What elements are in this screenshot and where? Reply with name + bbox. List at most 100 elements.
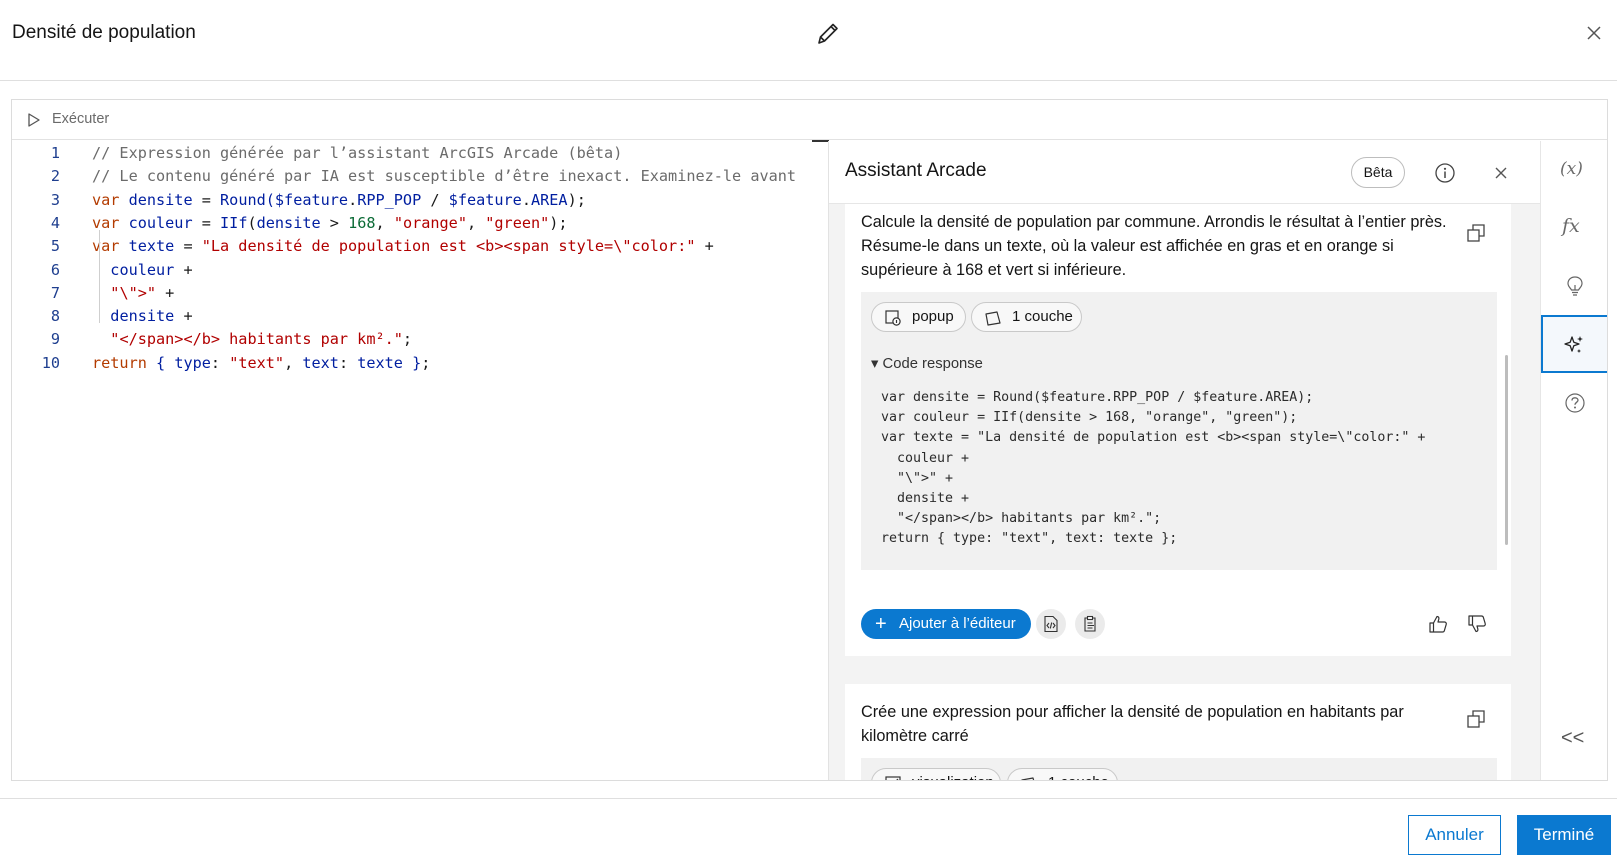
code-line[interactable]: 6 couleur + xyxy=(12,258,812,282)
response-block: popup 1 couche ▾ Code response var densi… xyxy=(861,292,1497,570)
code-text: return { type: "text", text: texte }; xyxy=(92,351,430,375)
code-line[interactable]: 10 return { type: "text", text: texte }; xyxy=(12,351,812,375)
line-number: 6 xyxy=(50,260,60,279)
code-token: ; xyxy=(421,353,431,372)
rail-collapse[interactable]: << xyxy=(1541,711,1607,769)
clipboard-icon xyxy=(1084,615,1096,632)
editor-frame: Exécuter 1 // Expression générée par l’as… xyxy=(11,99,1608,781)
code-token: texte xyxy=(357,353,403,372)
assistant-scrollbar[interactable] xyxy=(1505,355,1508,545)
code-token: + xyxy=(174,260,193,279)
chip-label: visualization xyxy=(912,769,994,780)
code-token: // Le contenu généré par IA est suscepti… xyxy=(92,167,797,186)
info-icon[interactable] xyxy=(1434,162,1456,184)
code-token: = xyxy=(174,237,202,256)
code-line[interactable]: 5 var texte = "La densité de population e… xyxy=(12,234,812,258)
rail-help[interactable] xyxy=(1541,373,1607,431)
code-response-label: Code response xyxy=(882,356,983,372)
close-assistant-icon[interactable] xyxy=(1493,165,1509,181)
assistant-header: Assistant Arcade Bêta xyxy=(829,141,1540,204)
chip-layer[interactable]: 1 couche xyxy=(1007,768,1118,780)
rail-suggestions[interactable] xyxy=(1541,257,1607,315)
code-token: AREA xyxy=(530,190,568,209)
code-token: + xyxy=(156,283,175,302)
code-line[interactable]: 8 densite + xyxy=(12,304,812,328)
add-to-editor-label: Ajouter à l’éditeur xyxy=(899,615,1016,632)
copy-icon[interactable] xyxy=(1465,708,1487,730)
code-line[interactable]: 9 "</span></b> habitants par km²."; xyxy=(12,327,812,351)
line-number: 4 xyxy=(50,213,60,232)
chip-layer[interactable]: 1 couche xyxy=(971,302,1082,332)
done-button[interactable]: Terminé xyxy=(1517,815,1611,855)
layer-icon xyxy=(1021,777,1035,780)
thumbs-up-icon[interactable] xyxy=(1427,613,1449,635)
code-token: "text" xyxy=(229,353,285,372)
play-icon[interactable] xyxy=(26,112,42,128)
conversation-card: Crée une expression pour afficher la den… xyxy=(845,684,1511,780)
code-token: , xyxy=(284,353,303,372)
code-text: var densite = Round($feature.RPP_POP / $… xyxy=(92,188,586,212)
response-code: var densite = Round($feature.RPP_POP / $… xyxy=(881,390,1426,547)
code-token: "orange" xyxy=(393,213,467,232)
dialog-title: Densité de population xyxy=(12,22,196,43)
code-line[interactable]: 2 // Le contenu généré par IA est suscept… xyxy=(12,164,812,188)
code-token: var xyxy=(92,237,129,256)
prompt-text: Crée une expression pour afficher la den… xyxy=(861,703,1404,745)
code-token: . xyxy=(521,190,531,209)
line-number: 10 xyxy=(41,353,60,372)
code-file-icon xyxy=(1044,615,1058,633)
dialog-footer: Annuler Terminé xyxy=(0,798,1617,862)
code-token: 168 xyxy=(348,213,376,232)
code-token: , xyxy=(375,213,394,232)
close-icon[interactable] xyxy=(1585,24,1603,42)
code-token: : xyxy=(338,353,358,372)
help-icon xyxy=(1565,393,1585,413)
code-token: { xyxy=(156,353,175,372)
code-text: var couleur = IIf(densite > 168, "orange… xyxy=(92,211,568,235)
code-response-toggle[interactable]: ▾ Code response xyxy=(871,355,983,372)
add-to-editor-button[interactable]: + Ajouter à l’éditeur xyxy=(861,609,1031,639)
chip-popup[interactable]: popup xyxy=(871,302,966,332)
code-text: "\">" + xyxy=(92,281,174,305)
rail-assistant[interactable] xyxy=(1541,315,1607,373)
code-editor[interactable]: 1 // Expression générée par l’assistant A… xyxy=(12,141,812,780)
code-text: // Le contenu généré par IA est suscepti… xyxy=(92,164,796,188)
code-token: densite xyxy=(256,213,321,232)
response-block: visualization 1 couche xyxy=(861,758,1497,780)
pencil-icon[interactable] xyxy=(813,18,843,48)
code-line[interactable]: 7 "\">" + xyxy=(12,281,812,305)
chip-visualization[interactable]: visualization xyxy=(871,768,1001,780)
code-token: : xyxy=(210,353,230,372)
code-token: densite xyxy=(110,307,175,326)
code-token: ; xyxy=(402,330,413,349)
panel-splitter-handle[interactable] xyxy=(812,140,829,142)
code-line[interactable]: 3 var densite = Round($feature.RPP_POP / … xyxy=(12,188,812,212)
code-line[interactable]: 1 // Expression générée par l’assistant A… xyxy=(12,141,812,165)
code-token: "</span></b> habitants par km²." xyxy=(110,330,403,349)
copy-icon[interactable] xyxy=(1465,222,1487,244)
code-token: "\">" xyxy=(110,283,157,302)
collapse-icon: << xyxy=(1561,727,1585,749)
copy-to-clipboard-button[interactable] xyxy=(1075,609,1105,639)
assistant-panel: Assistant Arcade Bêta Calcule la densité… xyxy=(829,141,1540,780)
rail-functions[interactable]: fx xyxy=(1541,199,1607,257)
cancel-button[interactable]: Annuler xyxy=(1408,815,1501,855)
code-token: ); xyxy=(567,190,586,209)
code-token: = xyxy=(192,213,221,232)
indent-guide xyxy=(99,230,100,323)
code-token: var xyxy=(92,213,129,232)
code-token: texte xyxy=(128,237,175,256)
code-text: var texte = "La densité de population es… xyxy=(92,234,714,258)
thumbs-down-icon[interactable] xyxy=(1466,613,1488,635)
run-button[interactable]: Exécuter xyxy=(52,111,109,127)
chip-label: 1 couche xyxy=(1012,308,1073,325)
view-code-button[interactable] xyxy=(1036,609,1066,639)
code-token: + xyxy=(174,307,193,326)
code-line[interactable]: 4 var couleur = IIf(densite > 168, "orang… xyxy=(12,211,812,235)
code-token: = xyxy=(192,190,221,209)
rail-variables[interactable]: (x) xyxy=(1541,141,1607,199)
beta-badge[interactable]: Bêta xyxy=(1351,157,1405,188)
line-number: 9 xyxy=(50,330,60,349)
code-token: / xyxy=(421,190,449,209)
